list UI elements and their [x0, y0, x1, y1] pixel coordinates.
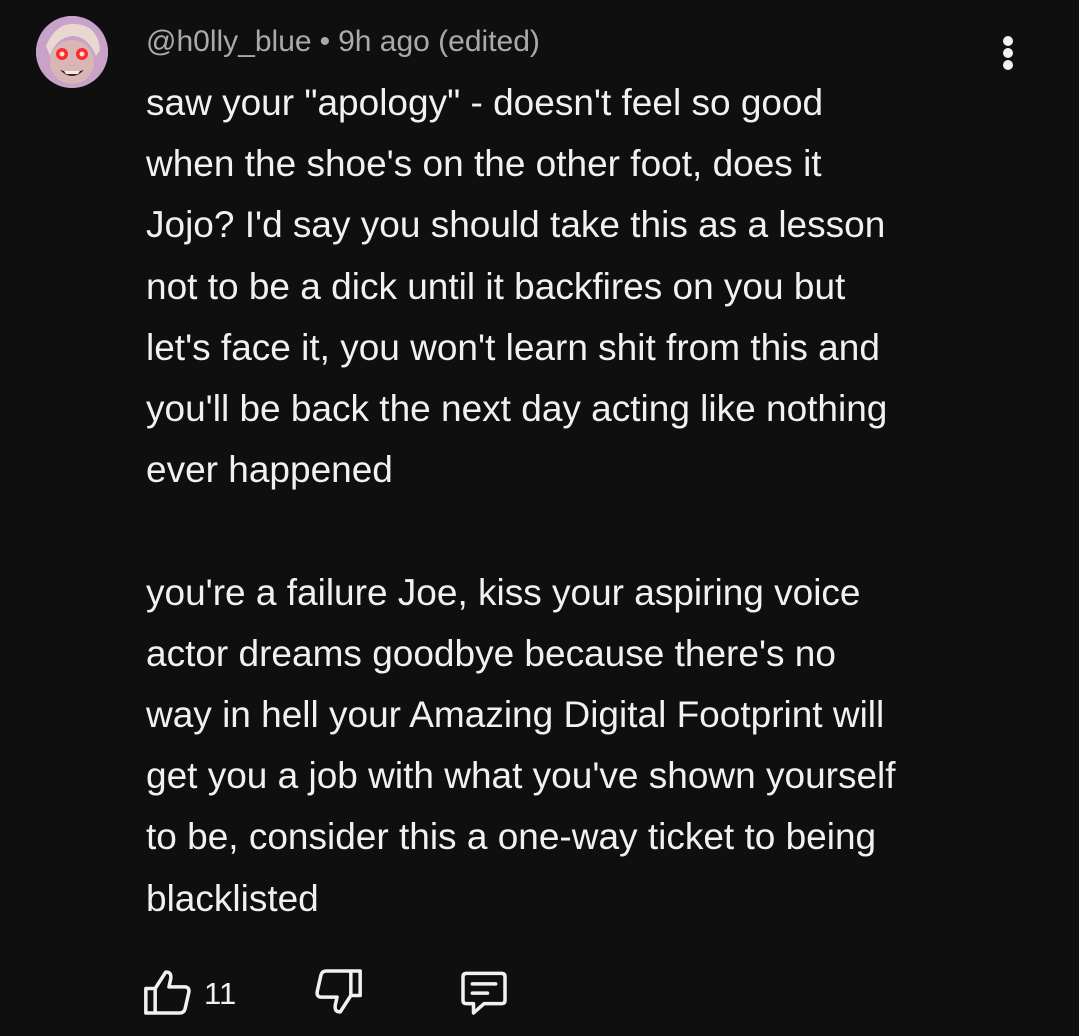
dislike-button[interactable] [310, 964, 366, 1020]
like-button[interactable] [140, 964, 196, 1020]
author-name[interactable]: @h0lly_blue [146, 25, 312, 58]
comment-paragraph: you're a failure Joe, kiss your aspiring… [146, 571, 896, 919]
like-count: 11 [204, 976, 237, 1011]
comment-timestamp[interactable]: 9h ago (edited) [338, 25, 540, 58]
comment-header: @h0lly_blue • 9h ago (edited) [146, 22, 540, 62]
thumbs-up-icon [144, 970, 191, 1015]
avatar[interactable] [36, 16, 108, 88]
thumbs-down-icon [315, 969, 362, 1014]
comment-thread-item: @h0lly_blue • 9h ago (edited) saw your "ap… [0, 0, 1079, 1036]
separator-dot: • [319, 25, 331, 58]
avatar-image [36, 16, 108, 88]
comment-body: saw your "apology" - doesn't feel so goo… [146, 72, 1046, 929]
reply-comment-icon [461, 971, 507, 1015]
more-options-button[interactable] [984, 28, 1032, 76]
comment-paragraph: saw your "apology" - doesn't feel so goo… [146, 82, 888, 491]
reply-button[interactable] [456, 964, 512, 1020]
